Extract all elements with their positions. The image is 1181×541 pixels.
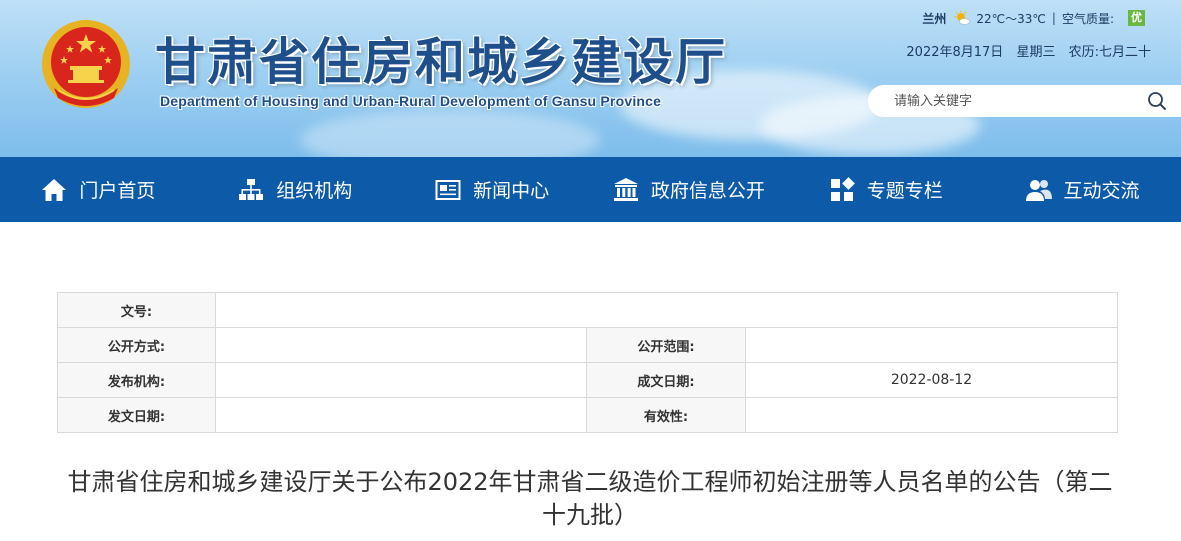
issuer-value — [215, 362, 587, 398]
nav-item-interaction[interactable]: 互动交流 — [984, 157, 1181, 222]
nav-item-label: 门户首页 — [79, 180, 156, 202]
validity-value — [744, 397, 1119, 433]
nav-item-news[interactable]: 新闻中心 — [394, 157, 591, 222]
org-chart-icon — [239, 178, 264, 200]
weather-city: 兰州 — [922, 11, 947, 26]
doc-number-value — [214, 292, 1119, 328]
partly-sunny-icon — [954, 10, 971, 25]
article-title: 甘肃省住房和城乡建设厅关于公布2022年甘肃省二级造价工程师初始注册等人员名单的… — [67, 468, 1113, 529]
date-line: 2022年8月17日 星期三 农历:七月二十 — [906, 41, 1151, 60]
nav-item-label: 政府信息公开 — [650, 180, 765, 202]
newspaper-icon — [435, 179, 461, 200]
table-row: 公开方式: 公开范围: — [57, 327, 1119, 363]
nav-item-label: 组织机构 — [276, 180, 353, 202]
cloud-decoration — [300, 110, 600, 157]
table-row: 发文日期: 有效性: — [57, 397, 1119, 433]
doc-number-label: 文号: — [57, 292, 216, 328]
search-icon[interactable] — [1147, 91, 1167, 111]
table-row: 文号: — [57, 292, 1119, 328]
nav-item-home[interactable]: 门户首页 — [0, 157, 197, 222]
grid-icon — [830, 176, 855, 201]
nav-item-gov-info[interactable]: 政府信息公开 — [590, 157, 787, 222]
nav-item-label: 专题专栏 — [866, 180, 943, 202]
air-quality-label: 空气质量: — [1061, 11, 1114, 26]
nav-item-label: 互动交流 — [1063, 180, 1140, 202]
disclosure-scope-label: 公开范围: — [586, 327, 746, 363]
date-gregorian: 2022年8月17日 — [906, 45, 1004, 60]
national-emblem-icon — [42, 20, 130, 108]
document-info-table: 文号: 公开方式: 公开范围: 发布机构: 成文日期: 2022-08-12 发… — [57, 292, 1119, 433]
search-input[interactable] — [868, 85, 1147, 117]
search-box — [868, 85, 1181, 117]
disclosure-method-value — [215, 327, 587, 363]
creation-date-value: 2022-08-12 — [744, 362, 1119, 398]
users-icon — [1025, 179, 1052, 201]
home-icon — [42, 178, 67, 201]
site-title: 甘肃省住房和城乡建设厅 — [155, 33, 727, 91]
weather-widget: 兰州 22℃～33℃ | 空气质量: 优 — [922, 9, 1145, 27]
nav-item-label: 新闻中心 — [473, 180, 550, 202]
header-banner: 甘肃省住房和城乡建设厅 Department of Housing and Ur… — [0, 0, 1181, 157]
site-subtitle: Department of Housing and Urban-Rural De… — [160, 93, 662, 109]
date-weekday: 星期三 — [1016, 45, 1056, 60]
weather-temperature: 22℃～33℃ — [976, 11, 1046, 26]
disclosure-scope-value — [744, 327, 1119, 363]
disclosure-method-label: 公开方式: — [57, 327, 216, 363]
creation-date-label: 成文日期: — [586, 362, 746, 398]
nav-item-topics[interactable]: 专题专栏 — [787, 157, 984, 222]
weather-separator: | — [1051, 11, 1056, 25]
issue-date-value — [215, 397, 587, 433]
issuer-label: 发布机构: — [57, 362, 216, 398]
nav-item-organization[interactable]: 组织机构 — [197, 157, 394, 222]
main-nav: 门户首页 组织机构 新闻中心 政府信息公开 专题专栏 互动交流 — [0, 157, 1181, 222]
government-building-icon — [613, 177, 638, 201]
issue-date-label: 发文日期: — [57, 397, 216, 433]
table-row: 发布机构: 成文日期: 2022-08-12 — [57, 362, 1119, 398]
date-lunar: 农历:七月二十 — [1068, 45, 1151, 60]
air-quality-badge: 优 — [1128, 10, 1145, 26]
validity-label: 有效性: — [586, 397, 746, 433]
